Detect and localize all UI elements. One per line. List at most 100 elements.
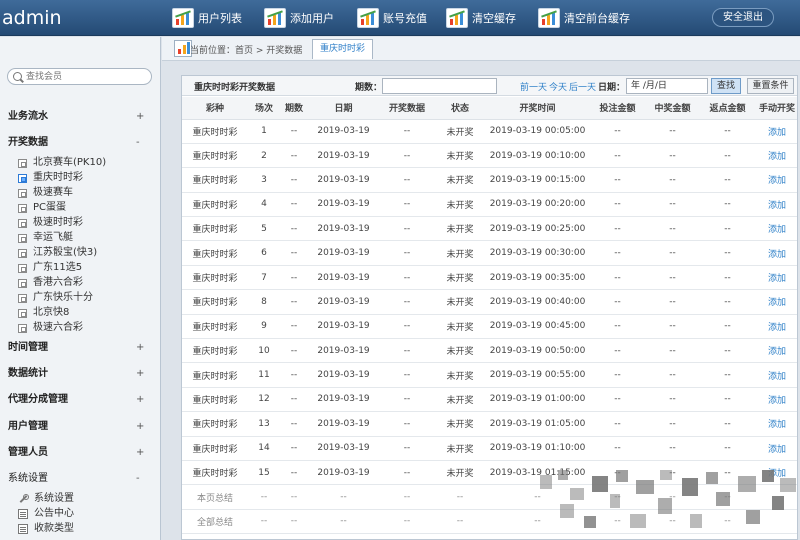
- table-cell: --: [700, 216, 755, 242]
- logout-button[interactable]: 安全退出: [712, 8, 774, 27]
- table-cell: 重庆时时彩: [182, 338, 248, 364]
- table-cell: 未开奖: [435, 314, 485, 340]
- today-link[interactable]: 今天: [549, 80, 567, 93]
- sidebar-section-business-flow[interactable]: 业务流水 +: [0, 109, 160, 125]
- date-input[interactable]: 年 /月/日: [626, 78, 708, 94]
- sidebar-section-statistics[interactable]: 数据统计 +: [0, 366, 160, 382]
- toolbar-clear-frontend-cache-button[interactable]: 清空前台缓存: [538, 5, 630, 31]
- add-draw-link[interactable]: 添加: [755, 216, 797, 242]
- sidebar-section-agent-commission[interactable]: 代理分成管理 +: [0, 392, 160, 408]
- tab-cqssc[interactable]: 重庆时时彩: [312, 39, 374, 59]
- table-cell: --: [308, 509, 379, 535]
- table-cell: 1: [248, 119, 280, 144]
- add-draw-link[interactable]: 添加: [755, 387, 797, 413]
- table-cell: 4: [248, 192, 280, 218]
- sidebar-item-pc-egg[interactable]: PC蛋蛋: [18, 202, 66, 214]
- add-draw-link[interactable]: 添加: [755, 240, 797, 266]
- sidebar-section-admins[interactable]: 管理人员 +: [0, 445, 160, 461]
- table-cell: --: [700, 143, 755, 169]
- sidebar-item-hk-marksix[interactable]: 香港六合彩: [18, 277, 83, 289]
- query-button[interactable]: 查找: [711, 78, 741, 94]
- issue-label: 期数：: [355, 83, 383, 93]
- table-cell: 重庆时时彩: [182, 436, 248, 461]
- table-cell: 未开奖: [435, 436, 485, 461]
- add-draw-link[interactable]: 添加: [755, 119, 797, 144]
- sidebar-section-time-management[interactable]: 时间管理 +: [0, 340, 160, 356]
- table-row: 重庆时时彩 4 -- 2019-03-19 -- 未开奖 2019-03-19 00:20:…: [182, 192, 797, 218]
- toolbar-add-user-button[interactable]: 添加用户: [264, 5, 334, 31]
- reset-button[interactable]: 重置条件: [747, 78, 794, 94]
- table-cell: 2019-03-19: [308, 314, 379, 340]
- table-cell: 13: [248, 411, 280, 437]
- sidebar-item-lucky-airship[interactable]: 幸运飞艇: [18, 232, 73, 244]
- table-cell: --: [379, 216, 435, 242]
- add-draw-link[interactable]: 添加: [755, 314, 797, 340]
- add-draw-link[interactable]: 添加: [755, 167, 797, 193]
- sidebar-item-bjpk10[interactable]: 北京赛车(PK10): [18, 157, 106, 169]
- panel-title: 重庆时时彩开奖数据: [194, 83, 276, 93]
- table-cell: --: [645, 240, 700, 266]
- sidebar-item-gd-happy10[interactable]: 广东快乐十分: [18, 292, 93, 304]
- table-row: 重庆时时彩 7 -- 2019-03-19 -- 未开奖 2019-03-19 00:35:…: [182, 265, 797, 291]
- sidebar-item-jisu-marksix[interactable]: 极速六合彩: [18, 322, 83, 334]
- table-cell: --: [379, 460, 435, 486]
- table-cell: 8: [248, 289, 280, 315]
- table-cell: --: [379, 387, 435, 413]
- sidebar-section-user-management[interactable]: 用户管理 +: [0, 419, 160, 435]
- sidebar-item-jisu-ssc[interactable]: 极速时时彩: [18, 217, 83, 229]
- issue-input[interactable]: [382, 78, 497, 94]
- add-draw-link[interactable]: 添加: [755, 436, 797, 461]
- add-draw-link[interactable]: 添加: [755, 411, 797, 437]
- table-cell: --: [645, 338, 700, 364]
- sidebar-item-cqssc[interactable]: 重庆时时彩: [18, 172, 83, 184]
- sidebar-section-system-settings[interactable]: 系统设置 -: [0, 471, 160, 487]
- table-cell: --: [280, 436, 308, 461]
- add-draw-link[interactable]: 添加: [755, 192, 797, 218]
- table-cell: 7: [248, 265, 280, 291]
- table-row: 重庆时时彩 12 -- 2019-03-19 -- 未开奖 2019-03-19 01:00…: [182, 387, 797, 413]
- sidebar-item-jisu-racing[interactable]: 极速赛车: [18, 187, 73, 199]
- table-cell: 重庆时时彩: [182, 240, 248, 266]
- sidebar-item-announcements[interactable]: 公告中心: [18, 508, 74, 520]
- table-cell: 2019-03-19: [308, 240, 379, 266]
- table-row: 重庆时时彩 2 -- 2019-03-19 -- 未开奖 2019-03-19 00:10:…: [182, 143, 797, 169]
- sidebar-item-gd11x5[interactable]: 广东11选5: [18, 262, 82, 274]
- table-cell: 重庆时时彩: [182, 192, 248, 218]
- table-cell: --: [280, 314, 308, 340]
- table-cell: --: [379, 436, 435, 461]
- table-cell: --: [590, 362, 645, 388]
- add-draw-link[interactable]: 添加: [755, 289, 797, 315]
- table-cell: 未开奖: [435, 338, 485, 364]
- grid-icon: [18, 158, 27, 168]
- table-cell: 未开奖: [435, 192, 485, 218]
- table-cell: --: [645, 119, 700, 144]
- toolbar-clear-cache-button[interactable]: 清空缓存: [446, 5, 516, 31]
- table-cell: 14: [248, 436, 280, 461]
- table-cell: --: [435, 484, 485, 510]
- prev-day-link[interactable]: 前一天: [520, 80, 547, 93]
- table-cell: 重庆时时彩: [182, 119, 248, 144]
- table-cell: 重庆时时彩: [182, 387, 248, 413]
- document-icon: [18, 509, 28, 519]
- chart-icon: [172, 8, 194, 28]
- sidebar-item-jiangsu-k3[interactable]: 江苏骰宝(快3): [18, 247, 97, 259]
- table-cell: 未开奖: [435, 289, 485, 315]
- sidebar-item-bj-kuai8[interactable]: 北京快8: [18, 307, 69, 319]
- toolbar-recharge-button[interactable]: 账号充值: [357, 5, 427, 31]
- add-draw-link[interactable]: 添加: [755, 338, 797, 364]
- table-cell: 2019-03-19: [308, 119, 379, 144]
- table-cell: --: [280, 509, 308, 535]
- member-search-input[interactable]: [7, 68, 152, 85]
- sidebar-item-payment-types[interactable]: 收款类型: [18, 523, 74, 535]
- column-header: 投注金额: [590, 97, 645, 120]
- lottery-table: 彩种 场次 期数 日期 开奖数据 状态 开奖时间 投注金额 中奖金额 返点金额 手动开奖 重庆时时彩…: [182, 97, 797, 535]
- add-draw-link[interactable]: 添加: [755, 143, 797, 169]
- toolbar-button-label: 清空缓存: [472, 12, 516, 25]
- add-draw-link[interactable]: 添加: [755, 265, 797, 291]
- sidebar-section-lottery-data[interactable]: 开奖数据 -: [0, 135, 160, 151]
- add-draw-link[interactable]: 添加: [755, 362, 797, 388]
- table-cell: 2019-03-19: [308, 338, 379, 364]
- sidebar-item-system-settings[interactable]: 系统设置: [18, 493, 74, 505]
- next-day-link[interactable]: 后一天: [569, 80, 596, 93]
- toolbar-user-list-button[interactable]: 用户列表: [172, 5, 242, 31]
